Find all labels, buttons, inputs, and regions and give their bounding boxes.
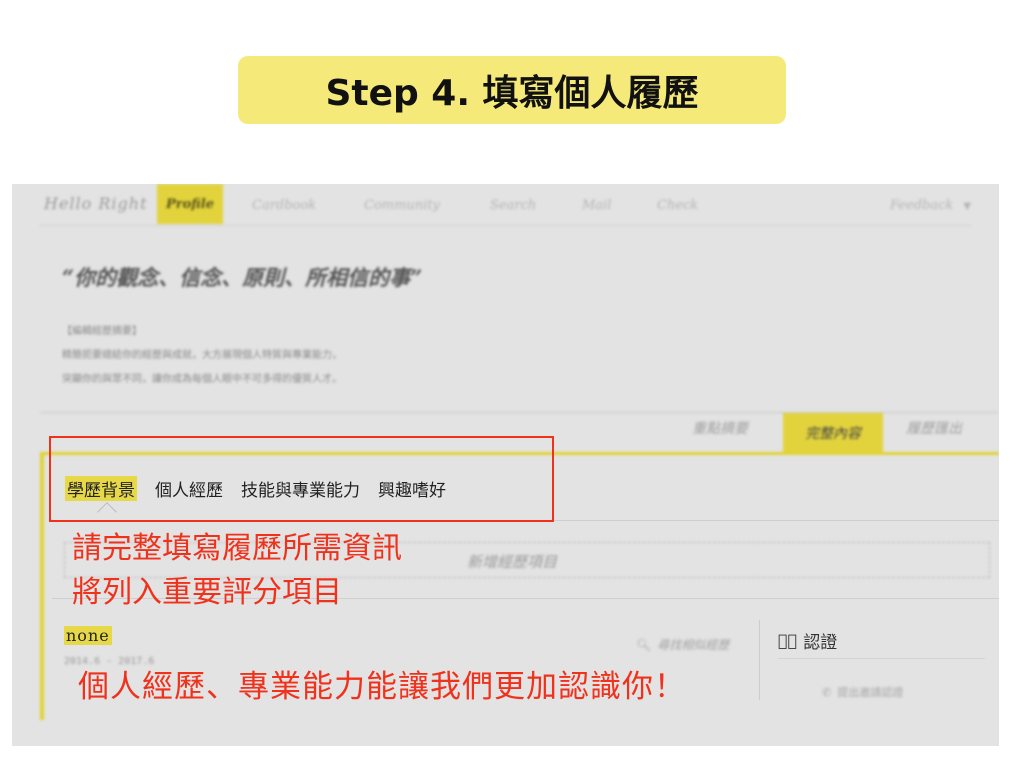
experience-date: 2014.6 - 2017.6 [64, 656, 155, 667]
column-divider [759, 620, 760, 700]
annotation-line-3: 個人經歷、專業能力能讓我們更加認識你！ [78, 669, 686, 705]
nav-tab-profile[interactable]: Profile [157, 184, 223, 224]
step-title: Step 4. 填寫個人履歷 [238, 56, 786, 124]
tab-export[interactable]: 履歷匯出 [906, 418, 962, 438]
profile-quote: “你的觀念、信念、原則、所相信的事” [62, 265, 423, 290]
phone-icon: ✆ [822, 685, 832, 699]
annotation-line-1: 請完整填寫履歷所需資訊 [72, 531, 402, 566]
feedback-menu[interactable]: Feedback ▼ [890, 198, 971, 213]
search-icon: 🔍︎ [636, 637, 652, 652]
request-certification-label: 提出邀請認證 [837, 686, 904, 699]
check-circle-icon: ✓⃝ [778, 631, 798, 650]
nav-divider [40, 225, 971, 226]
tab-full-content[interactable]: 完整內容 [783, 413, 883, 453]
highlight-box [49, 436, 554, 522]
profile-desc-line: 精簡扼要總結你的經歷與成就，大方展現個人特質與專業能力， [62, 350, 342, 361]
nav-tab-community[interactable]: Community [364, 198, 440, 213]
find-similar-link[interactable]: 🔍︎ 尋找相似經歷 [636, 636, 729, 653]
find-similar-label: 尋找相似經歷 [657, 638, 730, 652]
nav-tab-mail[interactable]: Mail [582, 198, 611, 213]
certification-label: 認證 [803, 633, 838, 653]
nav-tab-search[interactable]: Search [490, 198, 536, 213]
request-certification-link[interactable]: ✆ 提出邀請認證 [822, 684, 903, 700]
divider [778, 658, 985, 659]
certification-header: ✓⃝ 認證 [778, 628, 837, 653]
feedback-label: Feedback [890, 198, 954, 213]
profile-desc-line: 【編輯經歷摘要】 [62, 326, 142, 337]
add-item-label: 新增經歷項目 [467, 553, 558, 571]
nav-tab-check[interactable]: Check [657, 198, 698, 213]
annotation-line-2: 將列入重要評分項目 [72, 575, 342, 610]
profile-desc-line: 突顯你的與眾不同，讓你成為每個人眼中不可多得的優質人才。 [62, 374, 342, 385]
nav-tab-cardbook[interactable]: Cardbook [252, 198, 316, 213]
experience-title: none [64, 626, 112, 645]
chevron-down-icon: ▼ [963, 201, 972, 212]
tab-summary[interactable]: 重點摘要 [692, 418, 748, 438]
site-logo[interactable]: Hello Right [44, 194, 148, 213]
top-nav: Hello Right Profile Cardbook Community S… [12, 184, 999, 226]
accent-bar-left [40, 452, 44, 720]
